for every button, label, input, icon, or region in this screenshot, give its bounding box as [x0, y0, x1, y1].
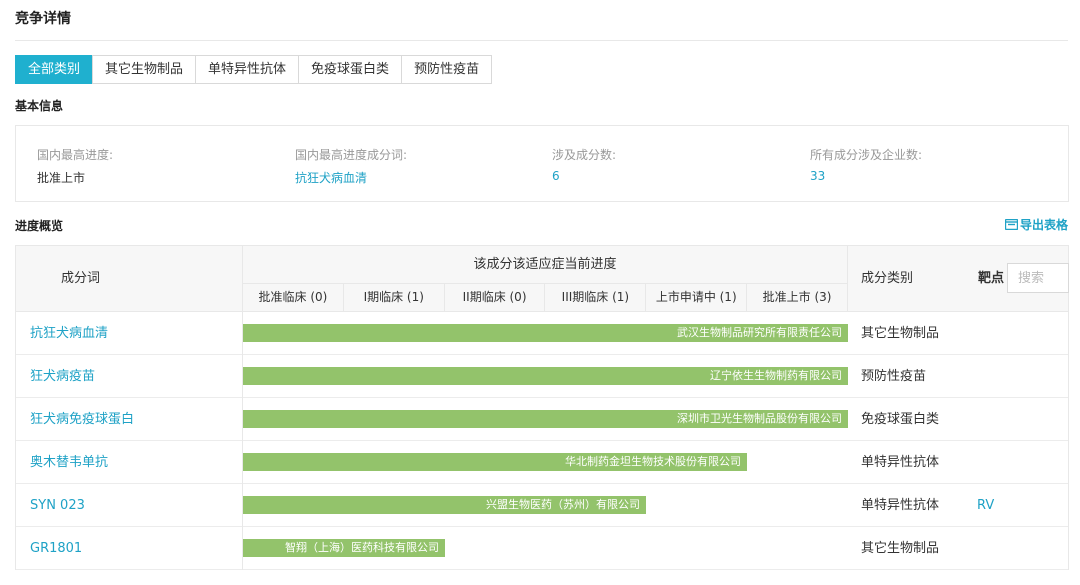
category-cell: 单特异性抗体: [861, 455, 940, 470]
table-row: 狂犬病免疫球蛋白 深圳市卫光生物制品股份有限公司 免疫球蛋白类: [16, 398, 1068, 441]
info-company-count: 所有成分涉及企业数: 33: [810, 146, 922, 183]
tab-monospecific-antibody[interactable]: 单特异性抗体: [195, 55, 300, 84]
ingredient-link[interactable]: SYN 023: [16, 484, 243, 527]
info-ingredient-count: 涉及成分数: 6: [552, 146, 616, 183]
table-row: 狂犬病疫苗 辽宁依生生物制药有限公司 预防性疫苗: [16, 355, 1068, 398]
category-cell: 其它生物制品: [861, 326, 940, 341]
table-row: 抗狂犬病血清 武汉生物制品研究所有限责任公司 其它生物制品: [16, 312, 1068, 355]
info-value: 批准上市: [37, 171, 86, 185]
table-body: 抗狂犬病血清 武汉生物制品研究所有限责任公司 其它生物制品 狂犬病疫苗 辽宁依生…: [16, 312, 1068, 570]
info-highest-progress-ingredient: 国内最高进度成分词: 抗狂犬病血清: [295, 146, 407, 186]
page-title: 竞争详情: [15, 11, 71, 27]
header-progress-title: 该成分该适应症当前进度: [243, 246, 847, 284]
phase-1-clinical: I期临床 (1): [344, 284, 445, 311]
tab-immunoglobulin[interactable]: 免疫球蛋白类: [298, 55, 403, 84]
header-ingredient: 成分词: [16, 246, 243, 312]
progress-bar[interactable]: 智翔（上海）医药科技有限公司: [243, 539, 445, 557]
header-phases: 批准临床 (0) I期临床 (1) II期临床 (0) III期临床 (1) 上…: [243, 284, 847, 311]
header-progress: 该成分该适应症当前进度 批准临床 (0) I期临床 (1) II期临床 (0) …: [243, 246, 848, 312]
title-divider: [15, 40, 1068, 41]
target-link[interactable]: RV: [977, 484, 994, 527]
progress-overview-title: 进度概览: [15, 219, 64, 233]
ingredient-link[interactable]: GR1801: [16, 527, 243, 570]
target-search-input[interactable]: [1007, 263, 1069, 293]
table-row: 奥木替韦单抗 华北制药金坦生物技术股份有限公司 单特异性抗体: [16, 441, 1068, 484]
ingredient-link[interactable]: 抗狂犬病血清: [16, 312, 243, 355]
company-count-link[interactable]: 33: [810, 169, 922, 183]
progress-table: 成分词 该成分该适应症当前进度 批准临床 (0) I期临床 (1) II期临床 …: [15, 245, 1069, 570]
info-label: 涉及成分数:: [552, 148, 617, 162]
tab-other-biologics[interactable]: 其它生物制品: [92, 55, 197, 84]
progress-bar[interactable]: 兴盟生物医药（苏州）有限公司: [243, 496, 646, 514]
header-target: 靶点: [978, 271, 1005, 286]
export-table-button[interactable]: 导出表格: [1004, 216, 1068, 233]
category-cell: 其它生物制品: [861, 541, 940, 556]
tab-preventive-vaccine[interactable]: 预防性疫苗: [401, 55, 493, 84]
info-label: 国内最高进度:: [37, 148, 114, 162]
ingredient-link[interactable]: 狂犬病免疫球蛋白: [16, 398, 243, 441]
phase-approved-market: 批准上市 (3): [762, 290, 832, 304]
info-label: 国内最高进度成分词:: [295, 148, 408, 162]
table-row: SYN 023 兴盟生物医药（苏州）有限公司 单特异性抗体 RV: [16, 484, 1068, 527]
info-label: 所有成分涉及企业数:: [810, 148, 923, 162]
export-icon: [1004, 219, 1018, 230]
category-tabs: 全部类别 其它生物制品 单特异性抗体 免疫球蛋白类 预防性疫苗: [15, 55, 493, 84]
basic-info-panel: 国内最高进度: 批准上市 国内最高进度成分词: 抗狂犬病血清 涉及成分数: 6 …: [15, 125, 1069, 202]
progress-bar[interactable]: 辽宁依生生物制药有限公司: [243, 367, 848, 385]
progress-bar[interactable]: 深圳市卫光生物制品股份有限公司: [243, 410, 848, 428]
basic-info-title: 基本信息: [15, 99, 64, 113]
category-cell: 单特异性抗体: [861, 498, 940, 513]
phase-listing-application: 上市申请中 (1): [646, 284, 748, 311]
progress-bar[interactable]: 武汉生物制品研究所有限责任公司: [243, 324, 848, 342]
info-highest-progress: 国内最高进度: 批准上市: [37, 146, 113, 186]
category-cell: 免疫球蛋白类: [861, 412, 940, 427]
phase-3-clinical: III期临床 (1): [545, 284, 647, 311]
header-category: 成分类别: [861, 271, 914, 286]
category-cell: 预防性疫苗: [861, 369, 927, 384]
ingredient-count-link[interactable]: 6: [552, 169, 616, 183]
ingredient-link[interactable]: 抗狂犬病血清: [295, 169, 407, 186]
table-header: 成分词 该成分该适应症当前进度 批准临床 (0) I期临床 (1) II期临床 …: [16, 246, 1069, 312]
phase-approved-clinical: 批准临床 (0): [243, 284, 344, 311]
ingredient-link[interactable]: 奥木替韦单抗: [16, 441, 243, 484]
phase-2-clinical: II期临床 (0): [445, 284, 546, 311]
table-row: GR1801 智翔（上海）医药科技有限公司 其它生物制品: [16, 527, 1068, 570]
export-label: 导出表格: [1019, 218, 1068, 232]
ingredient-link[interactable]: 狂犬病疫苗: [16, 355, 243, 398]
progress-bar[interactable]: 华北制药金坦生物技术股份有限公司: [243, 453, 747, 471]
tab-all-categories[interactable]: 全部类别: [15, 55, 94, 84]
